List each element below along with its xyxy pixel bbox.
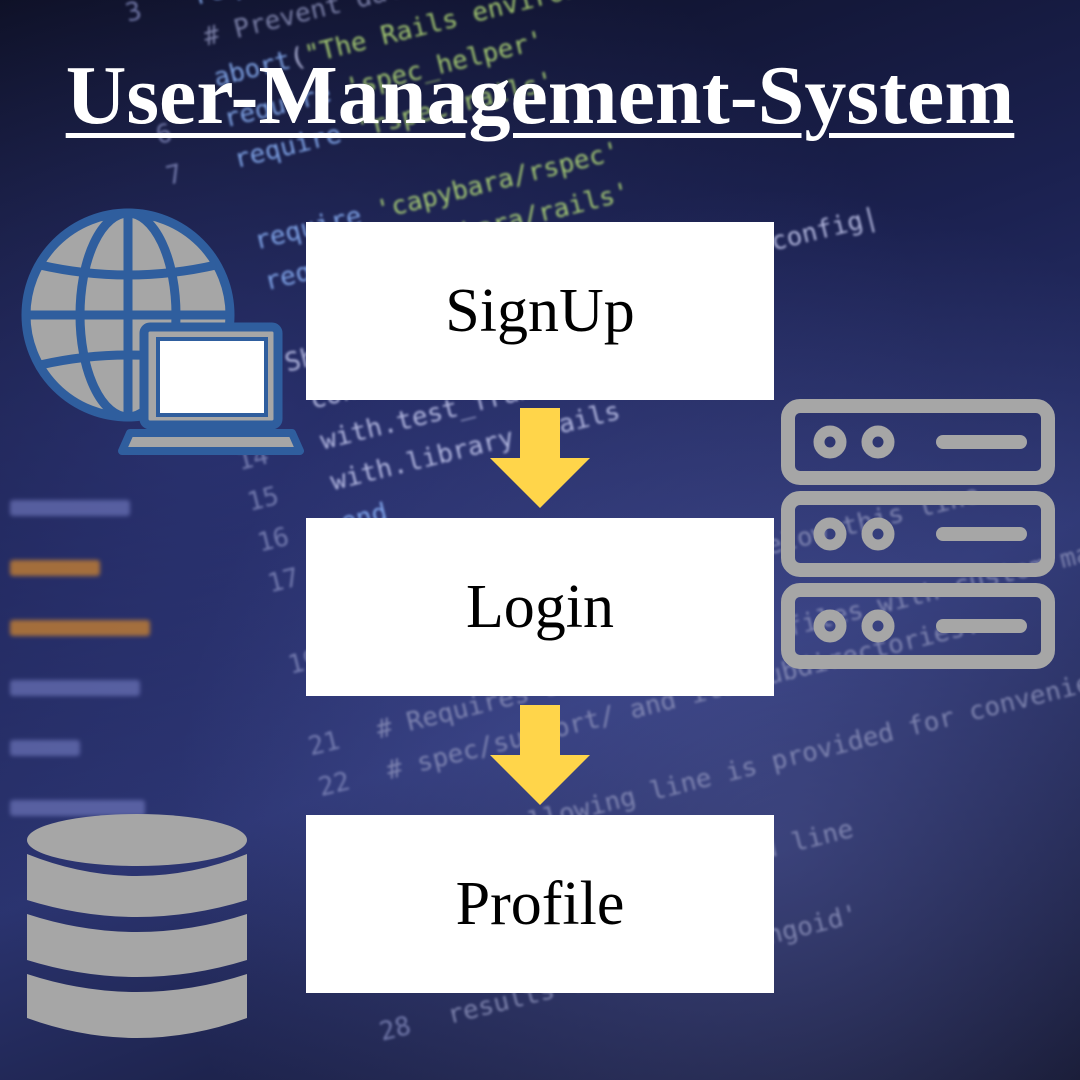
login-step-box: Login [306, 518, 774, 696]
signup-step-box: SignUp [306, 222, 774, 400]
globe-laptop-icon [21, 208, 304, 455]
profile-step-label: Profile [455, 869, 625, 938]
signup-step-label: SignUp [445, 276, 635, 345]
down-arrow-icon [490, 705, 590, 805]
down-arrow-icon [490, 408, 590, 508]
server-icon [781, 399, 1055, 669]
login-step-label: Login [465, 572, 615, 641]
profile-step-box: Profile [306, 815, 774, 993]
database-icon [27, 814, 247, 1038]
page-title: User-Management-System [65, 49, 1015, 142]
